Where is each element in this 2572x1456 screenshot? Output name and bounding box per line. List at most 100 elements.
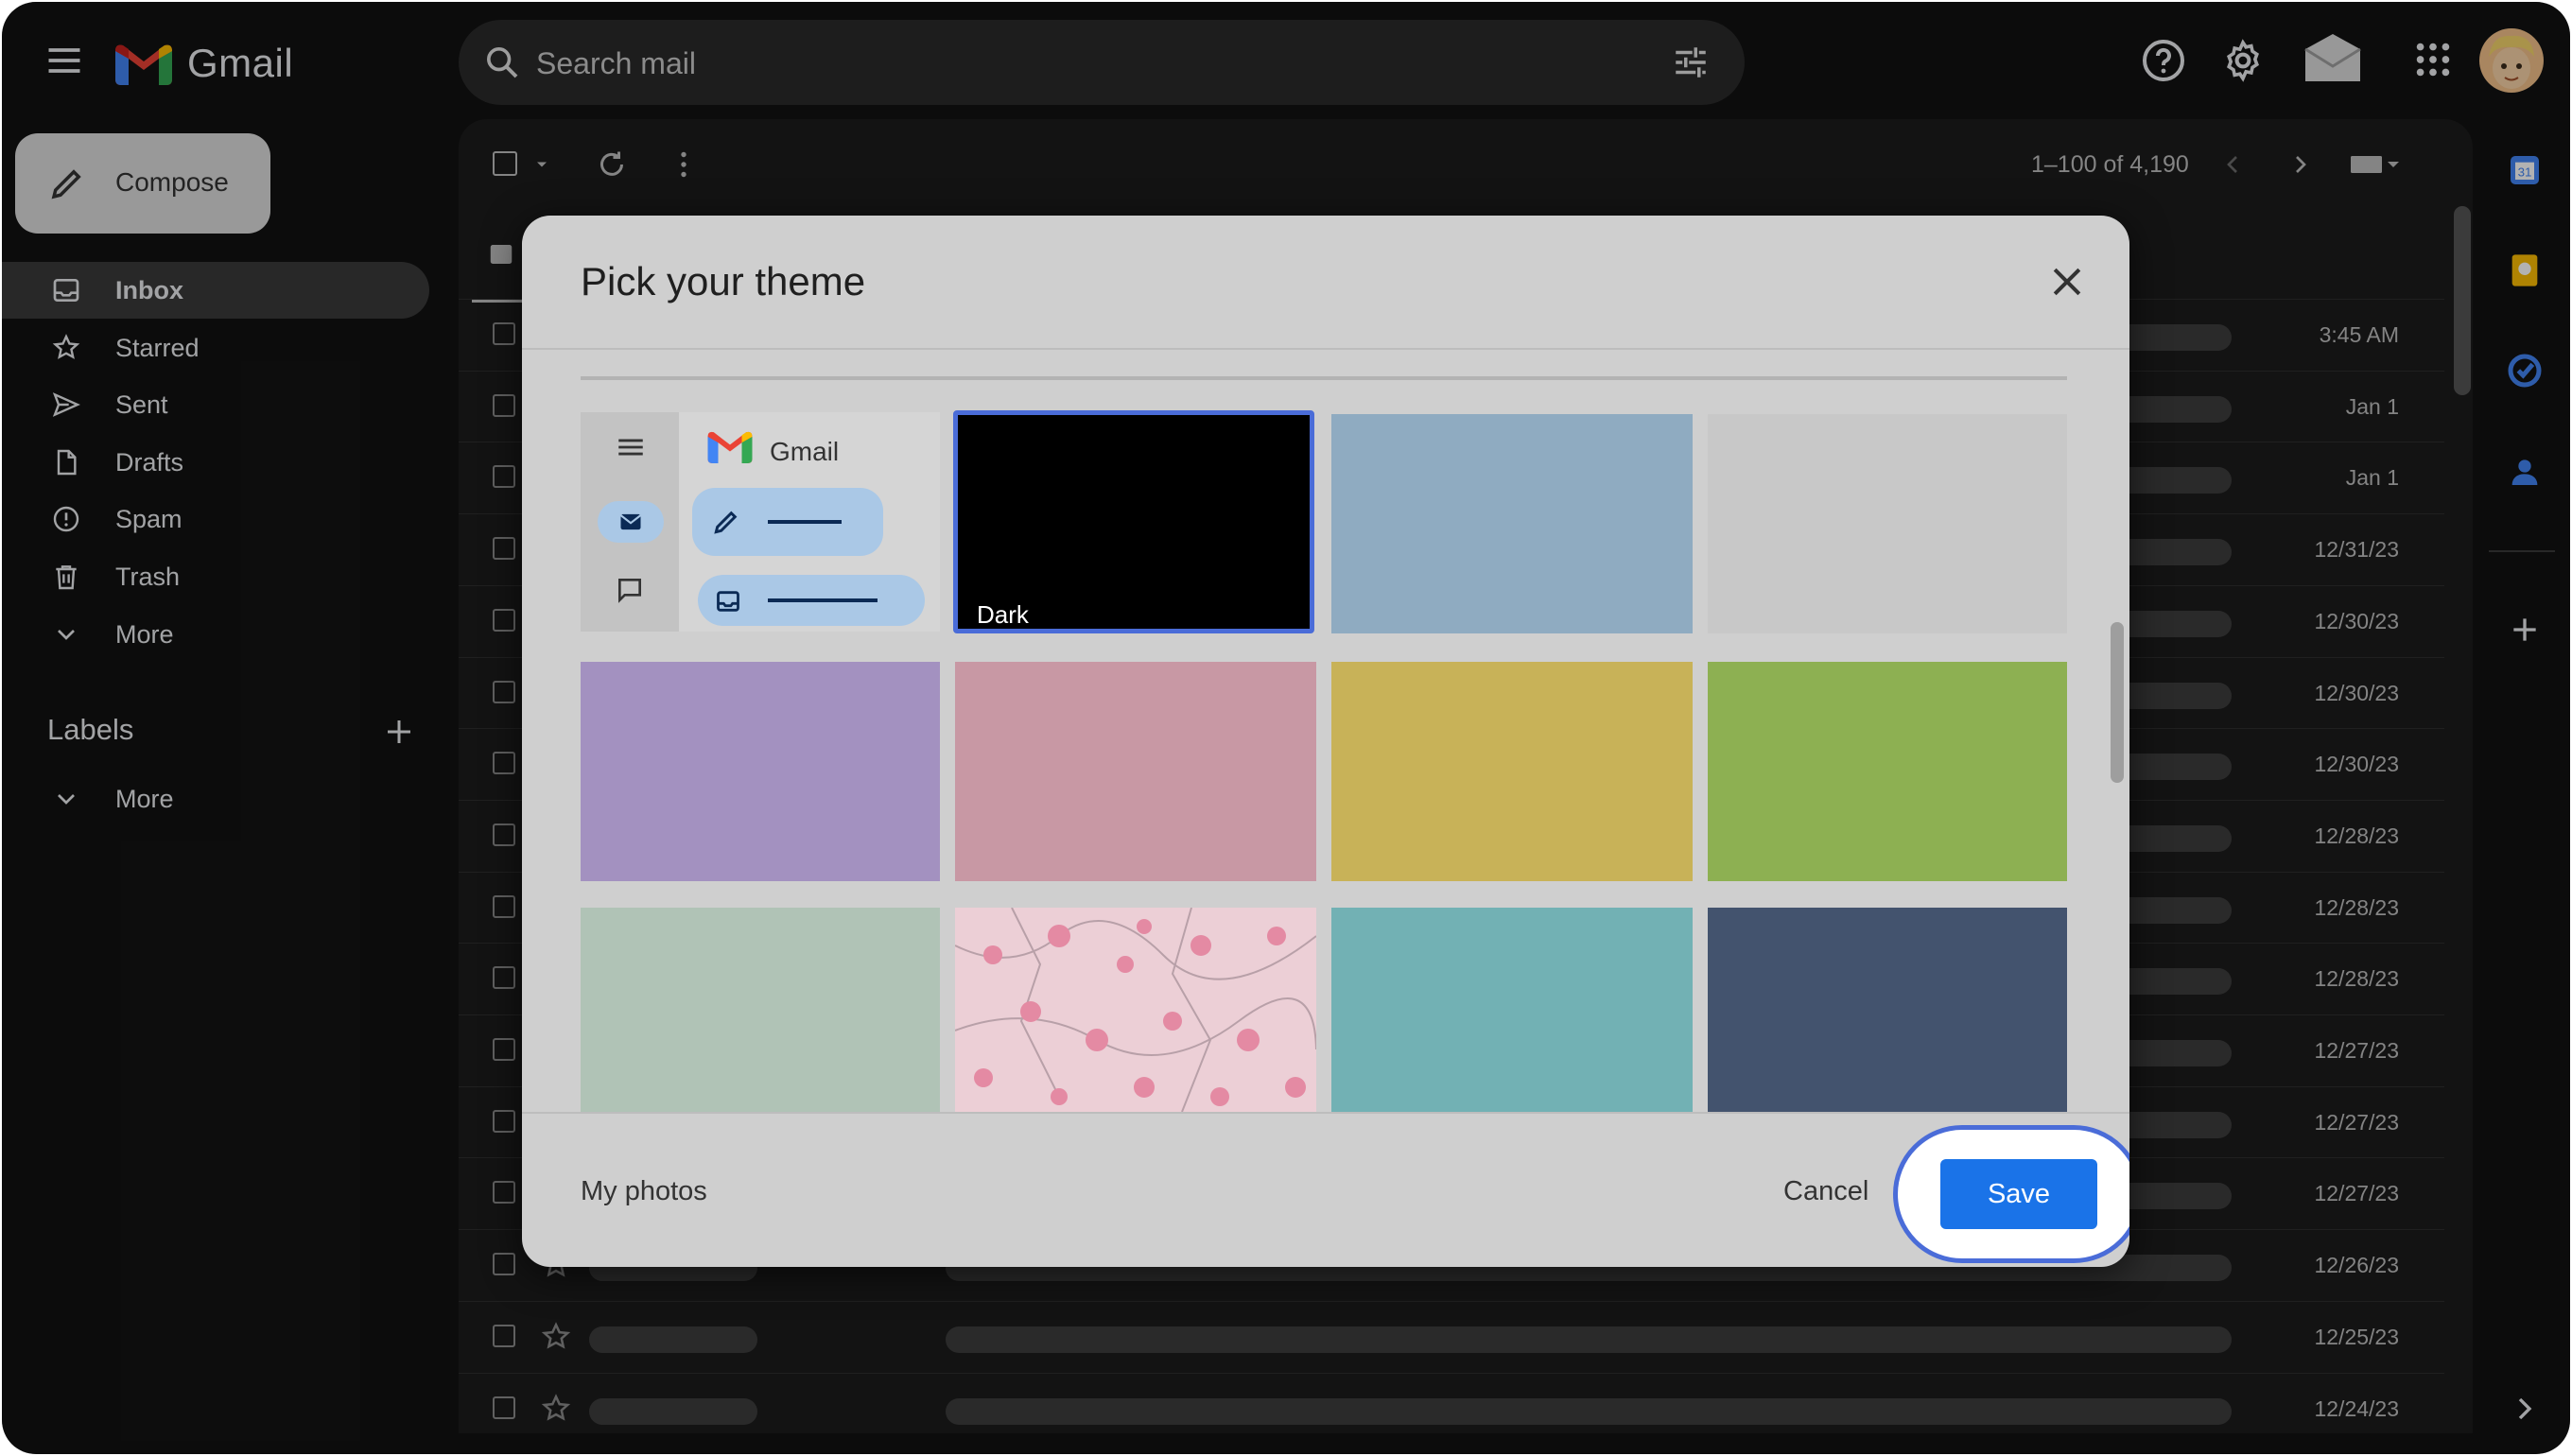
star-icon[interactable] (540, 1321, 572, 1353)
row-checkbox[interactable] (493, 680, 515, 703)
row-checkbox[interactable] (493, 537, 515, 561)
row-date: 12/27/23 (2314, 1109, 2399, 1135)
gmail-m-icon (115, 44, 172, 85)
theme-tile[interactable] (1331, 908, 1693, 1112)
row-checkbox[interactable] (493, 608, 515, 632)
row-checkbox[interactable] (493, 1181, 515, 1205)
dialog-header-divider (522, 348, 2129, 350)
row-checkbox[interactable] (493, 1109, 515, 1133)
row-checkbox[interactable] (493, 465, 515, 489)
show-side-panel-chevron-icon[interactable] (2506, 1390, 2544, 1428)
google-apps-icon[interactable] (2411, 38, 2455, 81)
row-checkbox[interactable] (493, 1395, 515, 1419)
sidebar-item-inbox[interactable]: Inbox (2, 262, 429, 319)
row-checkbox[interactable] (493, 322, 515, 345)
theme-tile[interactable] (581, 662, 940, 881)
theme-tile[interactable] (1331, 662, 1693, 881)
more-vert-icon[interactable] (667, 147, 701, 182)
cancel-button[interactable]: Cancel (1783, 1176, 1868, 1207)
primary-tab-inbox-icon[interactable] (487, 240, 515, 269)
sidebar-item-label: Inbox (115, 276, 183, 304)
theme-tile[interactable] (1331, 414, 1693, 633)
theme-tile[interactable] (955, 662, 1316, 881)
subject-placeholder (946, 1326, 2232, 1353)
dialog-footer-divider (522, 1112, 2129, 1114)
star-icon[interactable] (540, 1393, 572, 1425)
row-checkbox[interactable] (493, 823, 515, 846)
theme-tile[interactable] (1708, 908, 2067, 1112)
row-date: 3:45 AM (2319, 322, 2399, 347)
create-label-plus-icon[interactable] (382, 715, 416, 749)
gmail-window: Gmail Search mail Compose Inbox Starred … (2, 2, 2570, 1454)
account-avatar[interactable] (2479, 28, 2544, 93)
input-tools-keyboard-icon[interactable] (2348, 147, 2405, 182)
search-options-icon[interactable] (1671, 43, 1711, 82)
theme-section-divider (581, 376, 2067, 380)
sidebar-item-more[interactable]: More (2, 606, 429, 663)
theme-tile-cherry-blossom[interactable] (955, 908, 1316, 1112)
dialog-scrollbar[interactable] (2111, 622, 2124, 783)
chevron-right-icon[interactable] (2285, 149, 2316, 180)
row-checkbox[interactable] (493, 966, 515, 990)
theme-tile[interactable] (581, 908, 940, 1112)
theme-tile[interactable] (1708, 662, 2067, 881)
preview-inbox-chip (698, 575, 925, 626)
labels-heading: Labels (47, 713, 134, 746)
theme-tile-label: Dark (977, 600, 1029, 629)
get-addons-plus-icon[interactable] (2506, 611, 2544, 649)
theme-tile[interactable] (1708, 414, 2067, 633)
workspace-logo-icon[interactable] (2302, 30, 2364, 87)
compose-button[interactable]: Compose (15, 133, 270, 234)
row-checkbox[interactable] (493, 1324, 515, 1347)
table-row[interactable]: 12/24/23 (459, 1372, 2444, 1434)
theme-tile-dark[interactable]: Dark (953, 410, 1314, 633)
table-row[interactable]: 12/25/23 (459, 1300, 2444, 1373)
hamburger-icon (618, 439, 643, 456)
search-input[interactable] (534, 39, 1578, 88)
contacts-icon[interactable] (2506, 452, 2544, 490)
settings-gear-icon[interactable] (2220, 38, 2266, 83)
row-checkbox[interactable] (493, 752, 515, 775)
star-icon (52, 334, 80, 359)
labels-more[interactable]: More (2, 771, 429, 827)
gmail-m-icon (707, 431, 753, 463)
close-icon[interactable] (2046, 261, 2088, 303)
sidebar-item-trash[interactable]: Trash (2, 548, 429, 605)
row-checkbox[interactable] (493, 1038, 515, 1061)
row-checkbox[interactable] (493, 393, 515, 417)
save-button[interactable]: Save (1940, 1159, 2097, 1229)
select-all-checkbox[interactable] (493, 151, 517, 176)
help-icon[interactable] (2141, 38, 2186, 83)
sidebar-item-drafts[interactable]: Drafts (2, 434, 429, 491)
mail-list-scrollbar[interactable] (2454, 206, 2471, 395)
chevron-left-icon[interactable] (2217, 149, 2248, 180)
gmail-logo[interactable]: Gmail (115, 40, 293, 87)
preview-line (768, 598, 878, 602)
main-menu-button[interactable] (43, 40, 85, 81)
inbox-icon (717, 591, 739, 612)
select-dropdown-icon[interactable] (532, 155, 551, 174)
subject-placeholder (946, 1397, 2232, 1425)
sidebar-item-sent[interactable]: Sent (2, 376, 429, 433)
row-checkbox[interactable] (493, 894, 515, 918)
sender-placeholder (589, 1326, 757, 1353)
chat-icon (618, 579, 641, 603)
draft-icon (57, 449, 77, 476)
theme-picker-dialog: Pick your theme Gmail Dark My photos Can… (522, 216, 2129, 1267)
row-checkbox[interactable] (493, 1253, 515, 1276)
keep-icon[interactable] (2506, 251, 2544, 289)
sidebar-item-label: More (115, 620, 174, 649)
search-bar[interactable] (459, 20, 1745, 105)
refresh-icon[interactable] (595, 147, 629, 182)
sidebar-item-starred[interactable]: Starred (2, 320, 429, 376)
my-photos-button[interactable]: My photos (581, 1176, 707, 1207)
tasks-icon[interactable] (2506, 352, 2544, 390)
search-icon[interactable] (483, 43, 521, 81)
app-name: Gmail (187, 41, 294, 85)
calendar-icon[interactable]: 31 (2506, 151, 2544, 189)
row-date: 12/31/23 (2314, 537, 2399, 563)
labels-more-label: More (115, 785, 174, 813)
sidebar-item-spam[interactable]: Spam (2, 491, 429, 547)
sidebar-item-label: Sent (115, 390, 168, 419)
avatar-icon (2479, 28, 2544, 93)
